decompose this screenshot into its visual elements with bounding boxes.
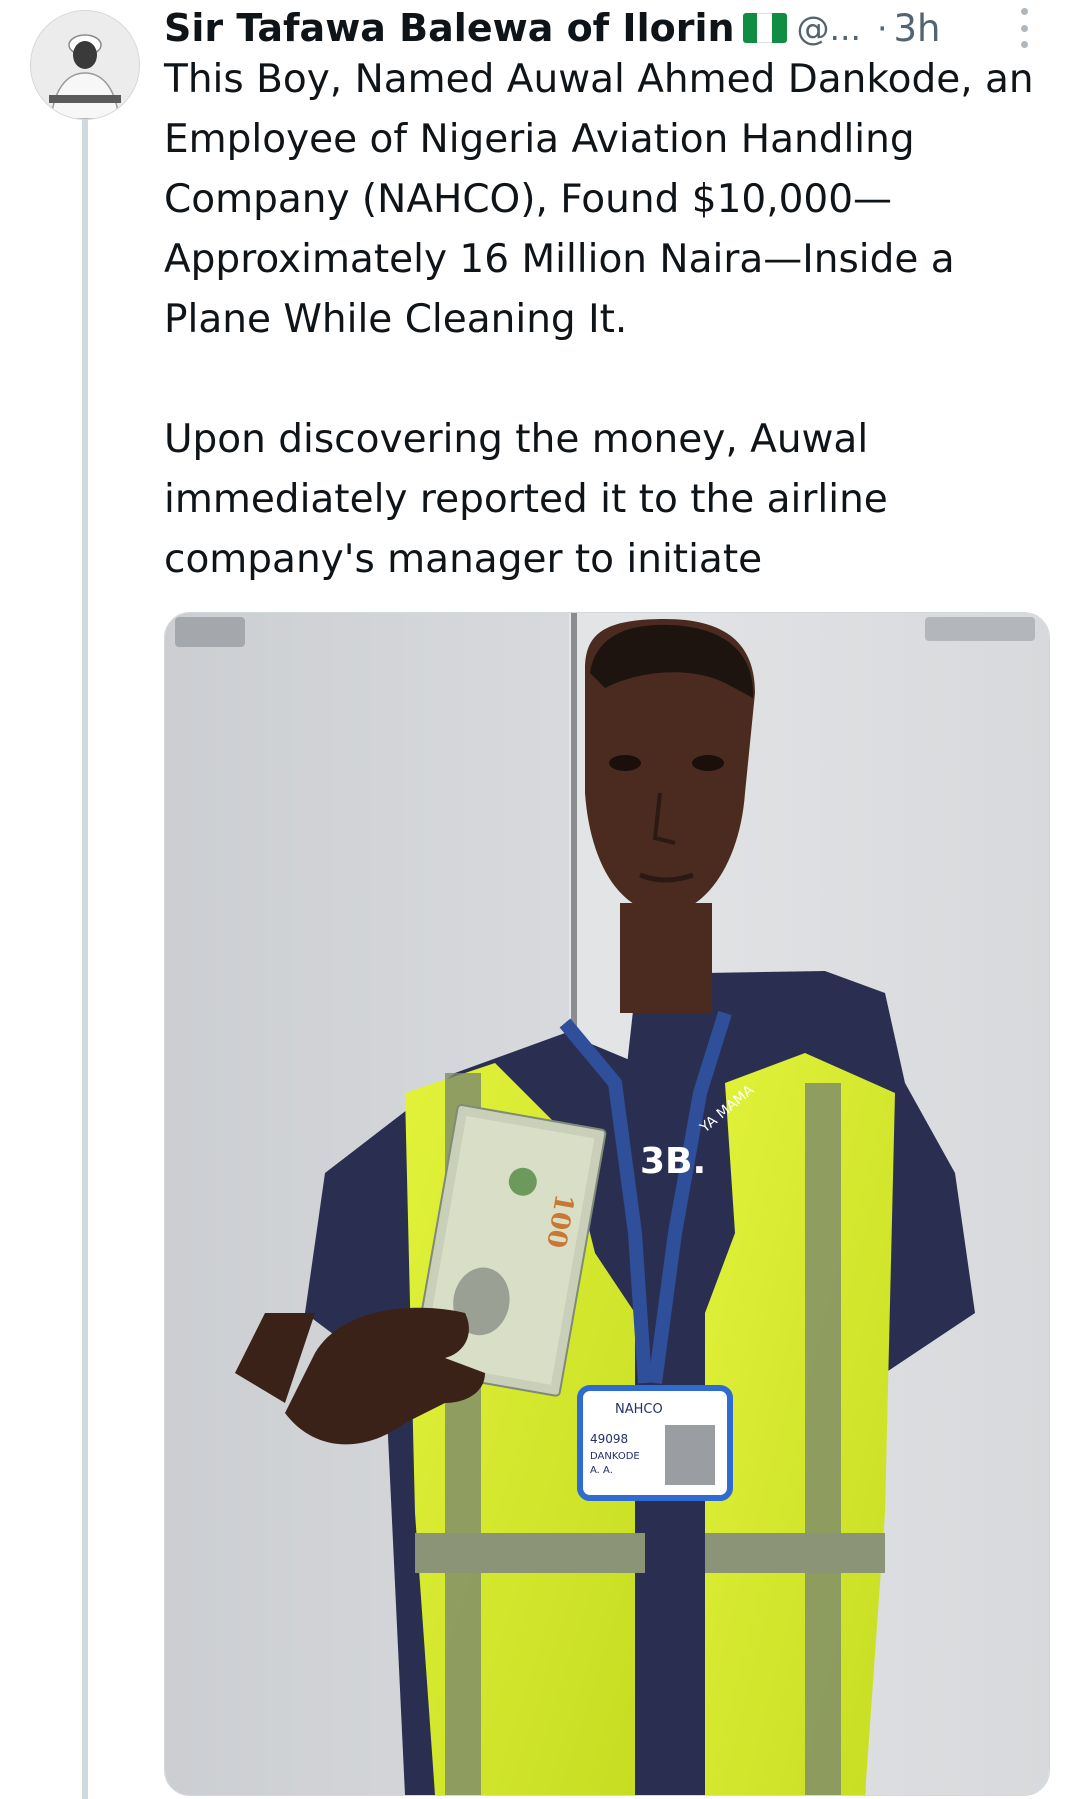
shirt-text: 3B. bbox=[640, 1141, 706, 1182]
tweet-photo[interactable]: NAHCO 49098 DANKODE A. A. 3B. YA MAMA 10… bbox=[164, 612, 1050, 1796]
tweet-text: This Boy, Named Auwal Ahmed Dankode, an … bbox=[164, 50, 1044, 590]
photo-man-holding-money: NAHCO 49098 DANKODE A. A. 3B. YA MAMA 10… bbox=[165, 613, 1049, 1795]
badge-text: DANKODE bbox=[590, 1451, 640, 1462]
nigeria-flag-icon bbox=[742, 13, 787, 43]
tweet-paragraph: This Boy, Named Auwal Ahmed Dankode, an … bbox=[164, 57, 1047, 342]
tweet-paragraph: Upon discovering the money, Auwal immedi… bbox=[164, 417, 901, 582]
badge-text: 49098 bbox=[590, 1432, 628, 1446]
more-options-icon[interactable] bbox=[1010, 8, 1038, 48]
separator-dot: · bbox=[877, 8, 888, 48]
handle[interactable]: @... bbox=[797, 9, 861, 48]
timestamp[interactable]: 3h bbox=[894, 7, 941, 50]
display-name[interactable]: Sir Tafawa Balewa of Ilorin bbox=[164, 6, 735, 50]
badge-text: A. A. bbox=[590, 1465, 613, 1476]
avatar-image bbox=[31, 11, 139, 119]
thread-line bbox=[82, 112, 88, 1799]
avatar[interactable] bbox=[30, 10, 140, 120]
badge-text: NAHCO bbox=[615, 1402, 663, 1417]
tweet-header: Sir Tafawa Balewa of Ilorin @... · 3h bbox=[164, 0, 1064, 56]
